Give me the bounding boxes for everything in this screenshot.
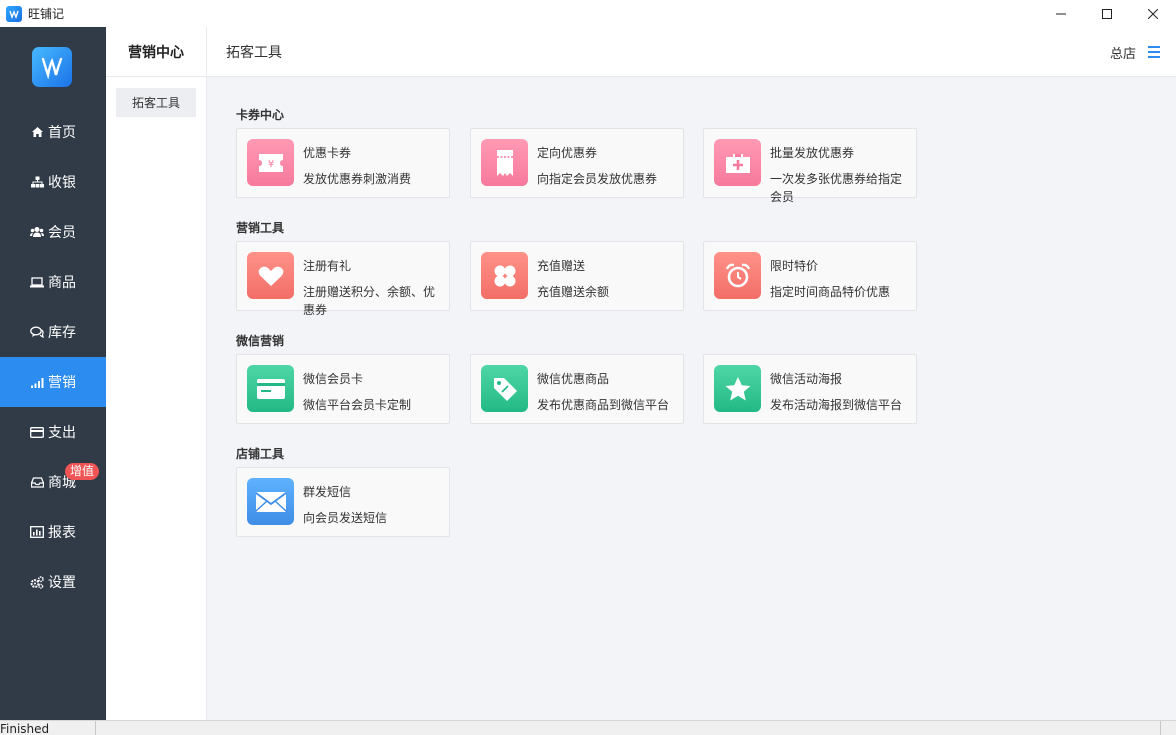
nav-item-products[interactable]: 商品 (0, 257, 106, 307)
card-description: 发布活动海报到微信平台 (770, 398, 903, 412)
clover-icon (481, 252, 528, 299)
card-targeted-coupon[interactable]: 定向优惠券 向指定会员发放优惠券 (470, 128, 684, 198)
card-description: 指定时间商品特价优惠 (770, 285, 891, 299)
card-title: 限时特价 (770, 259, 819, 273)
coupon-icon (481, 139, 528, 186)
alarm-clock-icon (714, 252, 761, 299)
card-description: 充值赠送余额 (537, 285, 610, 299)
section-title: 营销工具 (236, 221, 285, 235)
card-recharge-bonus[interactable]: 充值赠送 充值赠送余额 (470, 241, 684, 311)
home-icon (30, 125, 44, 139)
nav-label: 营销 (48, 375, 76, 391)
nav-label: 会员 (48, 225, 76, 241)
card-batch-coupon[interactable]: 批量发放优惠券 一次发多张优惠券给指定会员 (703, 128, 917, 204)
card-title: 微信优惠商品 (537, 372, 610, 386)
section-title: 店铺工具 (236, 447, 285, 461)
nav-item-home[interactable]: 首页 (0, 107, 106, 157)
sub-sidebar: 营销中心 拓客工具 (106, 27, 207, 720)
minimize-button[interactable] (1038, 0, 1084, 27)
ticket-icon: ¥ (247, 139, 294, 186)
card-discount-coupon[interactable]: ¥ 优惠卡券 发放优惠券刺激消费 (236, 128, 450, 198)
nav-item-members[interactable]: 会员 (0, 207, 106, 257)
brand-logo-icon (32, 47, 72, 87)
nav-item-mall[interactable]: 商城 增值 (0, 457, 106, 507)
close-button[interactable] (1130, 0, 1176, 27)
card-description: 微信平台会员卡定制 (303, 398, 412, 412)
page-title: 拓客工具 (226, 45, 282, 61)
status-bar: Finished (0, 720, 1176, 735)
credit-card-icon (30, 425, 44, 439)
main-sidebar: 首页 收银 会员 商品 库存 营销 支出 商城 增值 报表 设置 (0, 27, 106, 720)
menu-icon[interactable] (1148, 46, 1160, 58)
subnav-item-customer-tools[interactable]: 拓客工具 (116, 88, 196, 117)
card-description: 一次发多张优惠券给指定会员 (770, 172, 903, 204)
nav-label: 商品 (48, 275, 76, 291)
card-wechat-discount-product[interactable]: 微信优惠商品 发布优惠商品到微信平台 (470, 354, 684, 424)
title-bar: 旺铺记 (0, 0, 1176, 27)
nav-item-reports[interactable]: 报表 (0, 507, 106, 557)
subnav-title: 营销中心 (106, 27, 206, 77)
card-wechat-member-card[interactable]: 微信会员卡 微信平台会员卡定制 (236, 354, 450, 424)
card-register-gift[interactable]: 注册有礼 注册赠送积分、余额、优惠券 (236, 241, 450, 317)
sitemap-icon (30, 175, 44, 189)
svg-text:¥: ¥ (267, 159, 273, 170)
nav-label: 库存 (48, 325, 76, 341)
nav-item-expenses[interactable]: 支出 (0, 407, 106, 457)
users-icon (30, 225, 44, 239)
section-title: 微信营销 (236, 334, 285, 348)
member-card-icon (247, 365, 294, 412)
status-divider (1160, 721, 1161, 735)
card-title: 注册有礼 (303, 259, 352, 273)
section-title: 卡券中心 (236, 108, 285, 122)
tag-icon (481, 365, 528, 412)
nav-item-inventory[interactable]: 库存 (0, 307, 106, 357)
laptop-icon (30, 275, 44, 289)
main-content: 卡券中心 ¥ 优惠卡券 发放优惠券刺激消费 定向优惠券 向指定会员发放优惠券 批… (207, 77, 1176, 720)
card-description: 向会员发送短信 (303, 511, 388, 525)
card-bulk-sms[interactable]: 群发短信 向会员发送短信 (236, 467, 450, 537)
card-description: 发布优惠商品到微信平台 (537, 398, 670, 412)
nav-label: 首页 (48, 125, 76, 141)
card-title: 微信活动海报 (770, 372, 843, 386)
app-logo-icon (6, 5, 22, 22)
card-description: 向指定会员发放优惠券 (537, 172, 658, 186)
card-limited-offer[interactable]: 限时特价 指定时间商品特价优惠 (703, 241, 917, 311)
card-title: 优惠卡券 (303, 146, 352, 160)
card-title: 微信会员卡 (303, 372, 364, 386)
gears-icon (30, 575, 44, 589)
status-divider (95, 721, 96, 735)
card-wechat-poster[interactable]: 微信活动海报 发布活动海报到微信平台 (703, 354, 917, 424)
status-text: Finished (0, 722, 50, 735)
inbox-icon (30, 475, 44, 489)
signal-icon (30, 375, 44, 389)
envelope-icon (247, 478, 294, 525)
nav-label: 支出 (48, 425, 76, 441)
maximize-button[interactable] (1084, 0, 1130, 27)
app-title: 旺铺记 (28, 7, 65, 21)
nav-item-cashier[interactable]: 收银 (0, 157, 106, 207)
comments-icon (30, 325, 44, 339)
store-selector[interactable]: 总店 (1110, 27, 1136, 77)
card-description: 发放优惠券刺激消费 (303, 172, 412, 186)
card-title: 充值赠送 (537, 259, 586, 273)
card-title: 群发短信 (303, 485, 352, 499)
chart-icon (30, 525, 44, 539)
nav-item-settings[interactable]: 设置 (0, 557, 106, 607)
card-title: 批量发放优惠券 (770, 146, 855, 160)
nav-label: 收银 (48, 175, 76, 191)
nav-label: 报表 (48, 525, 76, 541)
nav-label: 设置 (48, 575, 76, 591)
card-description: 注册赠送积分、余额、优惠券 (303, 285, 436, 317)
card-title: 定向优惠券 (537, 146, 598, 160)
nav-item-marketing[interactable]: 营销 (0, 357, 106, 407)
page-header: 拓客工具 总店 (207, 27, 1176, 77)
value-added-badge: 增值 (65, 463, 100, 480)
star-icon (714, 365, 761, 412)
